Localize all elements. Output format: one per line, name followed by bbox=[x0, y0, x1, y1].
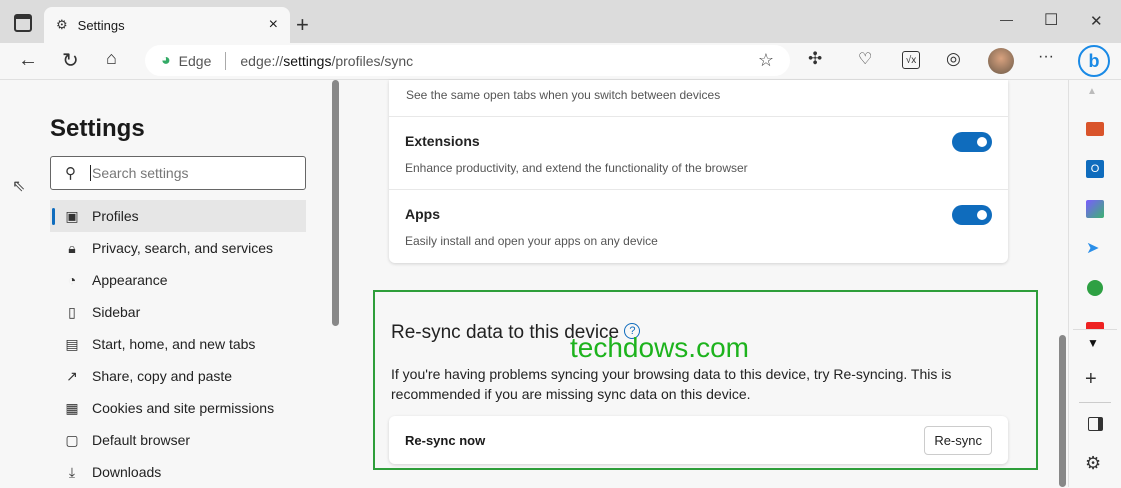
nav-icon: ↗ bbox=[66, 367, 78, 384]
minimize-button[interactable]: — bbox=[1000, 12, 1013, 27]
edge-logo-icon: ◕ bbox=[161, 51, 171, 69]
sidebar-item-label: Default browser bbox=[92, 432, 191, 448]
edge-sidebar: ▲ O ➤ ▼ + ⚙ bbox=[1068, 80, 1121, 487]
address-bar[interactable]: ◕ Edge edge://settings/profiles/sync ☆ bbox=[145, 45, 790, 76]
extensions-toggle[interactable] bbox=[952, 132, 992, 152]
nav-icon: ▢ bbox=[65, 431, 79, 448]
divider bbox=[225, 51, 227, 70]
close-tab-button[interactable]: × bbox=[269, 16, 278, 34]
back-icon[interactable]: ← bbox=[18, 49, 38, 72]
apps-toggle[interactable] bbox=[952, 205, 992, 225]
nav-icon: ▦ bbox=[65, 399, 79, 416]
extensions-icon[interactable]: ✣ bbox=[808, 49, 822, 69]
nav-icon: 🔒︎ bbox=[68, 239, 76, 256]
hide-sidebar-icon[interactable] bbox=[1088, 417, 1103, 431]
highlight-box: Re-sync data to this device ? techdows.c… bbox=[373, 290, 1038, 470]
bing-copilot-icon[interactable]: b bbox=[1078, 45, 1110, 77]
tab-settings[interactable]: ⚙ Settings × bbox=[44, 7, 290, 43]
sidebar-item-label: Sidebar bbox=[92, 304, 141, 320]
add-icon[interactable]: + bbox=[1085, 368, 1097, 391]
divider bbox=[1079, 402, 1111, 403]
tab-strip: ⚙ Settings × + — ☐ ✕ bbox=[0, 0, 1121, 43]
gear-icon: ⚙ bbox=[56, 17, 68, 32]
nav-icon: ▣ bbox=[65, 207, 79, 224]
search-input[interactable]: ⚲ Search settings bbox=[50, 156, 306, 190]
sidebar-item-label: Appearance bbox=[92, 272, 168, 288]
web-capture-icon[interactable]: ◎ bbox=[946, 49, 961, 69]
close-window-button[interactable]: ✕ bbox=[1090, 12, 1103, 30]
nav-icon: ◔ bbox=[67, 272, 77, 288]
resync-button[interactable]: Re-sync bbox=[924, 425, 992, 455]
sidebar-item-share[interactable]: ↗ Share, copy and paste bbox=[50, 360, 306, 392]
more-button[interactable]: ··· bbox=[1038, 48, 1054, 66]
tools-icon[interactable] bbox=[1086, 122, 1104, 136]
sidebar-item-cookies[interactable]: ▦ Cookies and site permissions bbox=[50, 392, 306, 424]
avatar[interactable] bbox=[988, 48, 1014, 74]
sidebar-item-label: Downloads bbox=[92, 464, 162, 480]
sync-card: See the same open tabs when you switch b… bbox=[389, 80, 1008, 263]
sidebar-item-label: Profiles bbox=[92, 208, 139, 224]
sidebar-item-label: Start, home, and new tabs bbox=[92, 336, 256, 352]
sidebar-scrollbar[interactable] bbox=[332, 80, 339, 326]
math-solver-icon[interactable]: √x bbox=[902, 51, 920, 69]
scroll-up-icon[interactable]: ▲ bbox=[1087, 86, 1097, 97]
sidebar-item-default[interactable]: ▢ Default browser bbox=[50, 424, 306, 456]
customize-gear-icon[interactable]: ⚙ bbox=[1085, 453, 1101, 474]
sync-item-extensions: Extensions Enhance productivity, and ext… bbox=[389, 116, 1008, 189]
nav-icon: ⤓ bbox=[68, 463, 76, 480]
sidebar-item-sidebar[interactable]: ▯ Sidebar bbox=[50, 296, 306, 328]
refresh-icon[interactable]: ↻ bbox=[62, 48, 79, 73]
outlook-icon[interactable]: O bbox=[1086, 160, 1104, 178]
tab-actions-icon[interactable] bbox=[14, 14, 32, 32]
scroll-down-icon[interactable]: ▼ bbox=[1087, 336, 1099, 350]
nav-icon: ▤ bbox=[65, 335, 79, 352]
search-icon: ⚲ bbox=[65, 165, 76, 182]
mouse-cursor-icon: ⇖ bbox=[12, 178, 26, 195]
sidebar-item-start[interactable]: ▤ Start, home, and new tabs bbox=[50, 328, 306, 360]
sidebar-item-profiles[interactable]: ▣ Profiles bbox=[50, 200, 306, 232]
sidebar-item-label: Cookies and site permissions bbox=[92, 400, 275, 416]
favorite-star-icon[interactable]: ☆ bbox=[758, 50, 774, 71]
new-tab-button[interactable]: + bbox=[296, 12, 309, 38]
resync-row: Re-sync now Re-sync bbox=[389, 416, 1008, 464]
tree-icon[interactable] bbox=[1087, 280, 1103, 296]
sync-item-apps: Apps Easily install and open your apps o… bbox=[389, 189, 1008, 262]
content-scrollbar[interactable] bbox=[1059, 335, 1066, 487]
settings-nav: ▣ Profiles 🔒︎ Privacy, search, and services… bbox=[50, 200, 306, 488]
watermark: techdows.com bbox=[570, 332, 749, 363]
sidebar-item-privacy[interactable]: 🔒︎ Privacy, search, and services bbox=[50, 232, 306, 264]
sidebar-item-label: Share, copy and paste bbox=[92, 368, 233, 384]
nav-icon: ▯ bbox=[68, 303, 76, 320]
page-title: Settings bbox=[50, 115, 145, 142]
sidebar-item-downloads[interactable]: ⤓ Downloads bbox=[50, 456, 306, 488]
youtube-icon[interactable] bbox=[1086, 322, 1104, 329]
maximize-button[interactable]: ☐ bbox=[1044, 10, 1058, 30]
sidebar-item-appearance[interactable]: ◔ Appearance bbox=[50, 264, 306, 296]
browser-essentials-icon[interactable]: ♡ bbox=[858, 49, 872, 69]
sidebar-item-label: Privacy, search, and services bbox=[92, 240, 274, 256]
send-icon[interactable]: ➤ bbox=[1086, 238, 1099, 258]
designer-icon[interactable] bbox=[1086, 200, 1104, 218]
divider bbox=[1073, 329, 1117, 330]
home-icon[interactable]: ⌂ bbox=[106, 48, 117, 69]
